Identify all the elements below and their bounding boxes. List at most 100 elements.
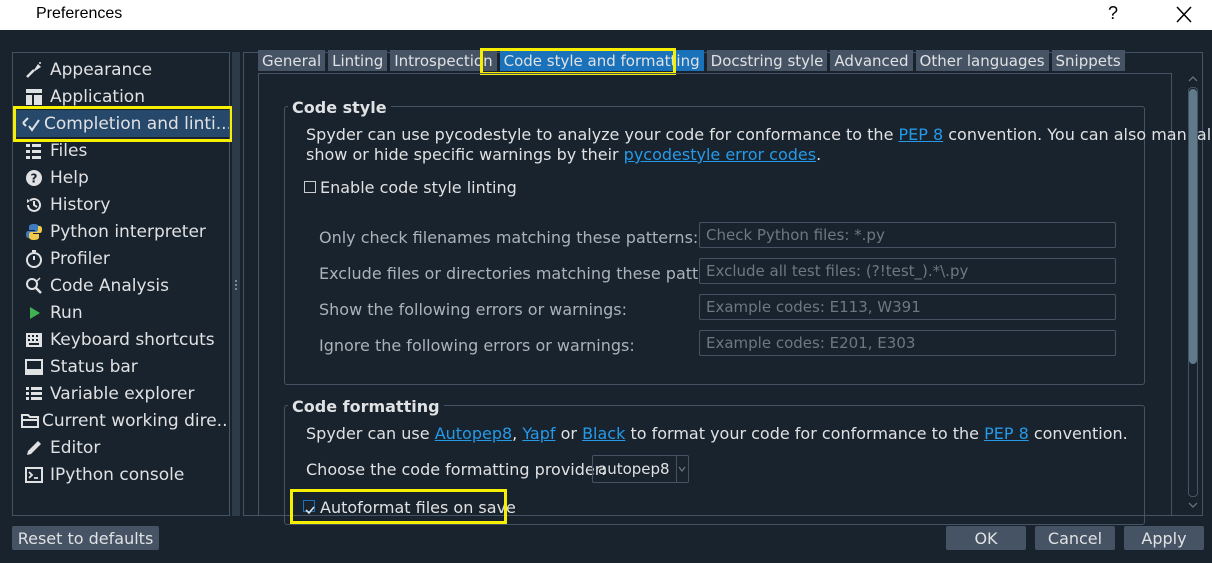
sidebar-item-label: Files xyxy=(50,140,88,161)
apply-button[interactable]: Apply xyxy=(1124,526,1204,550)
autopep8-link[interactable]: Autopep8 xyxy=(435,424,512,443)
tab-code-style-and-formatting[interactable]: Code style and formatting xyxy=(499,50,704,71)
tab-bar: General Linting Introspection Code style… xyxy=(258,50,1128,72)
ok-button[interactable]: OK xyxy=(946,526,1026,550)
tab-introspection[interactable]: Introspection xyxy=(390,50,497,71)
checkmark-icon xyxy=(305,506,315,515)
description-text: or xyxy=(555,424,583,443)
sidebar-item-run[interactable]: Run xyxy=(15,299,229,326)
code-analysis-icon xyxy=(21,275,47,297)
ignore-errors-label: Ignore the following errors or warnings: xyxy=(319,336,635,355)
run-icon xyxy=(21,302,47,324)
description-text: Spyder can use pycodestyle to analyze yo… xyxy=(306,125,899,144)
sidebar-item-label: Profiler xyxy=(50,248,110,269)
paintbrush-icon xyxy=(21,59,47,81)
sidebar-item-label: Appearance xyxy=(50,59,153,80)
sidebar-item-label: Status bar xyxy=(50,356,138,377)
pep8-link[interactable]: PEP 8 xyxy=(984,424,1029,443)
splitter-handle[interactable] xyxy=(235,280,237,290)
description-text: Spyder can use xyxy=(306,424,435,443)
svg-text:?: ? xyxy=(31,171,38,185)
sidebar-item-label: Variable explorer xyxy=(50,383,195,404)
tab-linting[interactable]: Linting xyxy=(328,50,388,71)
tab-general[interactable]: General xyxy=(258,50,326,71)
sidebar-item-help[interactable]: ? Help xyxy=(15,164,229,191)
title-bar: Preferences ? xyxy=(0,0,1212,30)
pep8-link[interactable]: PEP 8 xyxy=(899,125,944,144)
sidebar-item-label: Editor xyxy=(50,437,101,458)
help-button[interactable]: ? xyxy=(1108,3,1118,24)
sidebar-item-status-bar[interactable]: Status bar xyxy=(15,353,229,380)
sidebar-item-variable-explorer[interactable]: Variable explorer xyxy=(15,380,229,407)
sidebar-item-label: Help xyxy=(50,167,89,188)
sidebar-item-label: History xyxy=(50,194,111,215)
autoformat-on-save-checkbox[interactable] xyxy=(303,500,315,515)
description-text: , xyxy=(512,424,523,443)
window-title: Preferences xyxy=(36,5,123,22)
exclude-patterns-input[interactable] xyxy=(699,258,1116,284)
tab-snippets[interactable]: Snippets xyxy=(1051,50,1125,71)
black-link[interactable]: Black xyxy=(582,424,625,443)
formatting-provider-select[interactable]: autopep8 xyxy=(592,455,689,483)
sidebar-item-completion[interactable]: Completion and linti... xyxy=(15,110,230,137)
keyboard-icon xyxy=(21,329,47,351)
yapf-link[interactable]: Yapf xyxy=(522,424,555,443)
show-errors-label: Show the following errors or warnings: xyxy=(319,300,628,319)
description-text: show or hide specific warnings by their xyxy=(306,145,624,164)
tab-other-languages[interactable]: Other languages xyxy=(915,50,1049,71)
code-formatting-title: Code formatting xyxy=(288,397,444,416)
sidebar-item-appearance[interactable]: Appearance xyxy=(15,56,229,83)
chevron-down-icon[interactable] xyxy=(675,456,688,482)
pycodestyle-error-codes-link[interactable]: pycodestyle error codes xyxy=(624,145,816,164)
sidebar-item-code-analysis[interactable]: Code Analysis xyxy=(15,272,229,299)
code-style-description-line1: Spyder can use pycodestyle to analyze yo… xyxy=(306,125,1212,144)
folder-icon xyxy=(21,410,39,432)
sidebar-item-keyboard-shortcuts[interactable]: Keyboard shortcuts xyxy=(15,326,229,353)
sidebar-item-label: Application xyxy=(50,86,145,107)
sidebar-item-history[interactable]: History xyxy=(15,191,229,218)
files-icon xyxy=(21,140,47,162)
sidebar-item-application[interactable]: Application xyxy=(15,83,229,110)
preferences-sidebar: Appearance Application Completion and li… xyxy=(12,52,230,516)
close-icon[interactable] xyxy=(1172,4,1196,26)
sidebar-item-label: Code Analysis xyxy=(50,275,169,296)
code-formatting-description: Spyder can use Autopep8, Yapf or Black t… xyxy=(306,424,1128,443)
stopwatch-icon xyxy=(21,248,47,270)
application-icon xyxy=(21,86,47,108)
enable-code-style-linting-label: Enable code style linting xyxy=(320,178,517,197)
console-icon xyxy=(21,464,47,486)
sidebar-item-python-interpreter[interactable]: Python interpreter xyxy=(15,218,229,245)
ignore-errors-input[interactable] xyxy=(699,330,1116,356)
scroll-up-icon[interactable] xyxy=(1188,75,1198,83)
enable-code-style-linting-checkbox[interactable] xyxy=(304,181,316,193)
history-icon xyxy=(21,194,47,216)
tab-docstring-style[interactable]: Docstring style xyxy=(706,50,828,71)
formatting-provider-label: Choose the code formatting provider: xyxy=(306,460,607,479)
cancel-button[interactable]: Cancel xyxy=(1035,526,1115,550)
sidebar-item-label: Current working dire... xyxy=(42,410,230,431)
show-errors-input[interactable] xyxy=(699,294,1116,320)
sidebar-item-files[interactable]: Files xyxy=(15,137,229,164)
code-style-title: Code style xyxy=(288,98,391,117)
help-icon: ? xyxy=(21,167,47,189)
sidebar-item-profiler[interactable]: Profiler xyxy=(15,245,229,272)
content-scrollbar[interactable] xyxy=(1185,73,1201,516)
scroll-down-icon[interactable] xyxy=(1188,501,1198,509)
sidebar-item-ipython-console[interactable]: IPython console xyxy=(15,461,229,488)
sidebar-item-current-working-directory[interactable]: Current working dire... xyxy=(15,407,230,434)
filename-patterns-input[interactable] xyxy=(699,222,1116,248)
sidebar-item-label: Python interpreter xyxy=(50,221,206,242)
sidebar-item-label: IPython console xyxy=(50,464,185,485)
pencil-icon xyxy=(21,437,47,459)
description-text: convention. xyxy=(1028,424,1128,443)
tab-advanced[interactable]: Advanced xyxy=(830,50,913,71)
sidebar-item-label: Completion and linti... xyxy=(44,113,230,134)
scrollbar-thumb[interactable] xyxy=(1189,89,1197,364)
statusbar-icon xyxy=(21,356,47,378)
reset-to-defaults-button[interactable]: Reset to defaults xyxy=(12,526,159,550)
sidebar-item-editor[interactable]: Editor xyxy=(15,434,229,461)
filename-patterns-label: Only check filenames matching these patt… xyxy=(319,228,699,247)
completion-icon xyxy=(21,113,41,135)
formatting-provider-value: autopep8 xyxy=(598,460,670,478)
description-text: to format your code for conformance to t… xyxy=(625,424,985,443)
